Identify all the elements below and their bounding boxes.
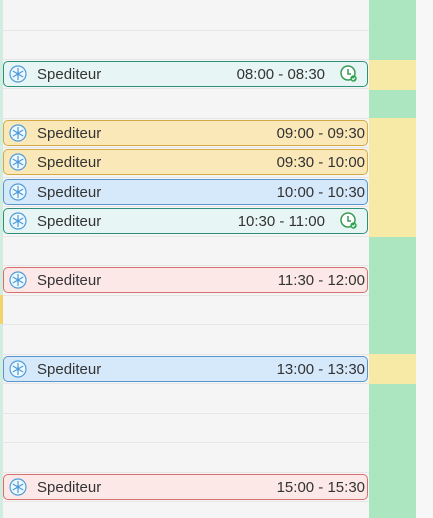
snowflake-gear-icon: [8, 123, 28, 143]
snowflake-gear-icon: [8, 64, 28, 84]
event-title: Spediteur: [37, 183, 102, 201]
event-card[interactable]: Spediteur 15:00 - 15:30: [3, 474, 368, 500]
snowflake-gear-icon: [8, 152, 28, 172]
event-title: Spediteur: [37, 478, 102, 496]
event-card[interactable]: Spediteur 09:30 - 10:00: [3, 149, 368, 175]
event-time: 10:00 - 10:30: [276, 183, 365, 201]
event-title: Spediteur: [37, 212, 102, 230]
event-title: Spediteur: [37, 65, 102, 83]
event-title: Spediteur: [37, 271, 102, 289]
snowflake-gear-icon: [8, 359, 28, 379]
snowflake-gear-icon: [8, 477, 28, 497]
event-card[interactable]: Spediteur 10:30 - 11:00: [3, 208, 368, 234]
event-time: 09:00 - 09:30: [276, 124, 365, 142]
reserved-slot: [369, 354, 416, 384]
snowflake-gear-icon: [8, 270, 28, 290]
event-title: Spediteur: [37, 153, 102, 171]
event-card[interactable]: Spediteur 08:00 - 08:30: [3, 61, 368, 87]
event-time: 10:30 - 11:00: [237, 212, 325, 230]
event-time: 08:00 - 08:30: [236, 65, 325, 83]
event-card[interactable]: Spediteur 11:30 - 12:00: [3, 267, 368, 293]
clock-check-icon: [339, 211, 359, 231]
event-time: 09:30 - 10:00: [276, 153, 365, 171]
event-time: 11:30 - 12:00: [277, 271, 365, 289]
reserved-slot: [369, 60, 416, 90]
right-gutter: [416, 0, 433, 518]
snowflake-gear-icon: [8, 211, 28, 231]
clock-check-icon: [339, 64, 359, 84]
event-title: Spediteur: [37, 124, 102, 142]
event-card[interactable]: Spediteur 09:00 - 09:30: [3, 120, 368, 146]
event-time: 15:00 - 15:30: [276, 478, 365, 496]
event-card[interactable]: Spediteur 13:00 - 13:30: [3, 356, 368, 382]
snowflake-gear-icon: [8, 182, 28, 202]
reserved-slot: [369, 118, 416, 237]
event-card[interactable]: Spediteur 10:00 - 10:30: [3, 179, 368, 205]
event-time: 13:00 - 13:30: [276, 360, 365, 378]
event-title: Spediteur: [37, 360, 102, 378]
left-status-marker: [0, 295, 3, 324]
